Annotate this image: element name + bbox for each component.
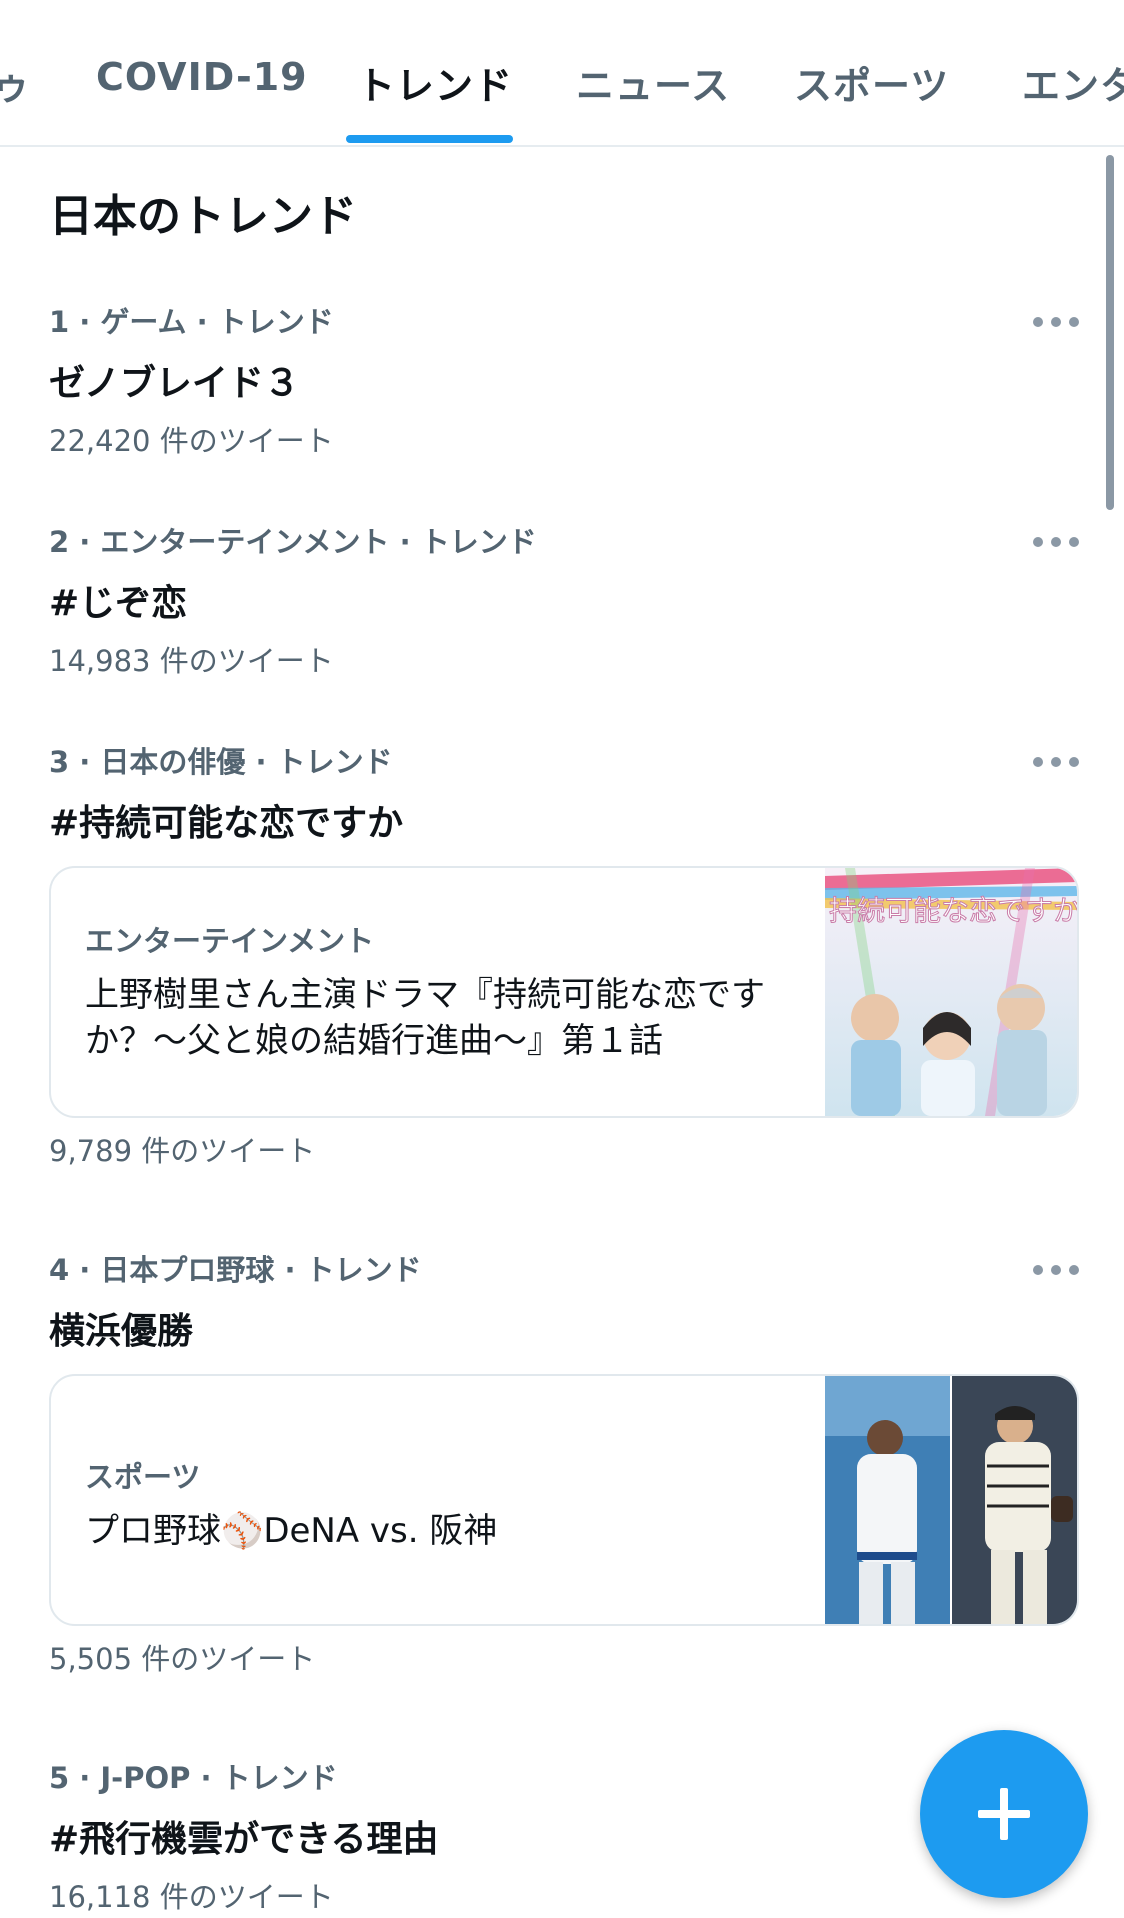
trend-news-card[interactable]: スポーツ プロ野球⚾DeNA vs. 阪神 (49, 1374, 1079, 1626)
tab-trends[interactable]: トレンド (357, 55, 513, 110)
trend-name: #持続可能な恋ですか (49, 803, 404, 844)
trend-meta: 3 · 日本の俳優 · トレンド (49, 745, 393, 779)
tab-entertainment[interactable]: エンタ (1022, 55, 1124, 110)
trend-tweet-count: 16,118 件のツイート (49, 1880, 334, 1914)
card-thumbnail-drama: 持続可能な恋ですか (825, 868, 1077, 1116)
card-category: エンターテインメント (85, 924, 375, 958)
tab-covid19[interactable]: COVID-19 (96, 55, 308, 99)
trend-meta: 2 · エンターテインメント · トレンド (49, 525, 537, 559)
more-horizontal-icon[interactable] (1033, 1260, 1079, 1280)
explore-tab-bar: ゥ COVID-19 トレンド ニュース スポーツ エンタ (0, 0, 1124, 147)
trend-item[interactable]: 2 · エンターテインメント · トレンド #じぞ恋 14,983 件のツイート (49, 522, 1079, 680)
plus-icon (978, 1788, 1030, 1840)
trend-tweet-count: 14,983 件のツイート (49, 644, 334, 678)
card-title: プロ野球⚾DeNA vs. 阪神 (85, 1511, 498, 1551)
poster-title: 持続可能な恋ですか (829, 894, 1077, 927)
trend-name: #じぞ恋 (49, 583, 188, 624)
trend-tweet-count: 5,505 件のツイート (49, 1642, 316, 1676)
trend-count-row: 9,789 件のツイート (49, 1128, 1079, 1170)
trend-item[interactable]: 3 · 日本の俳優 · トレンド #持続可能な恋ですか (49, 742, 1079, 846)
trend-meta: 1 · ゲーム · トレンド (49, 305, 334, 339)
more-horizontal-icon[interactable] (1033, 532, 1079, 552)
more-horizontal-icon[interactable] (1033, 312, 1079, 332)
trend-name: ゼノブレイド３ (49, 363, 300, 404)
trend-name: 横浜優勝 (49, 1311, 194, 1352)
scrollbar[interactable] (1106, 155, 1114, 510)
card-thumbnail-baseball (825, 1376, 1077, 1624)
trend-item[interactable]: 4 · 日本プロ野球 · トレンド 横浜優勝 (49, 1250, 1079, 1354)
drama-poster-image: 持続可能な恋ですか (825, 868, 1077, 1116)
trend-tweet-count: 9,789 件のツイート (49, 1134, 316, 1168)
trend-item[interactable]: 1 · ゲーム · トレンド ゼノブレイド３ 22,420 件のツイート (49, 302, 1079, 460)
active-tab-indicator (346, 135, 513, 143)
baseball-photo-image (825, 1376, 1077, 1624)
tab-partial-left[interactable]: ゥ (0, 55, 30, 110)
trend-tweet-count: 22,420 件のツイート (49, 424, 334, 458)
compose-button[interactable] (920, 1730, 1088, 1898)
card-title: 上野樹里さん主演ドラマ『持続可能な恋ですか？〜父と娘の結婚行進曲〜』第１話 (85, 975, 765, 1061)
trend-meta: 4 · 日本プロ野球 · トレンド (49, 1253, 422, 1287)
trend-news-card[interactable]: エンターテインメント 上野樹里さん主演ドラマ『持続可能な恋ですか？〜父と娘の結婚… (49, 866, 1079, 1118)
card-category: スポーツ (85, 1460, 201, 1494)
tab-sports[interactable]: スポーツ (794, 55, 949, 110)
more-horizontal-icon[interactable] (1033, 752, 1079, 772)
trend-count-row: 5,505 件のツイート (49, 1636, 1079, 1678)
tab-news[interactable]: ニュース (576, 55, 730, 110)
page-title: 日本のトレンド (49, 191, 357, 242)
